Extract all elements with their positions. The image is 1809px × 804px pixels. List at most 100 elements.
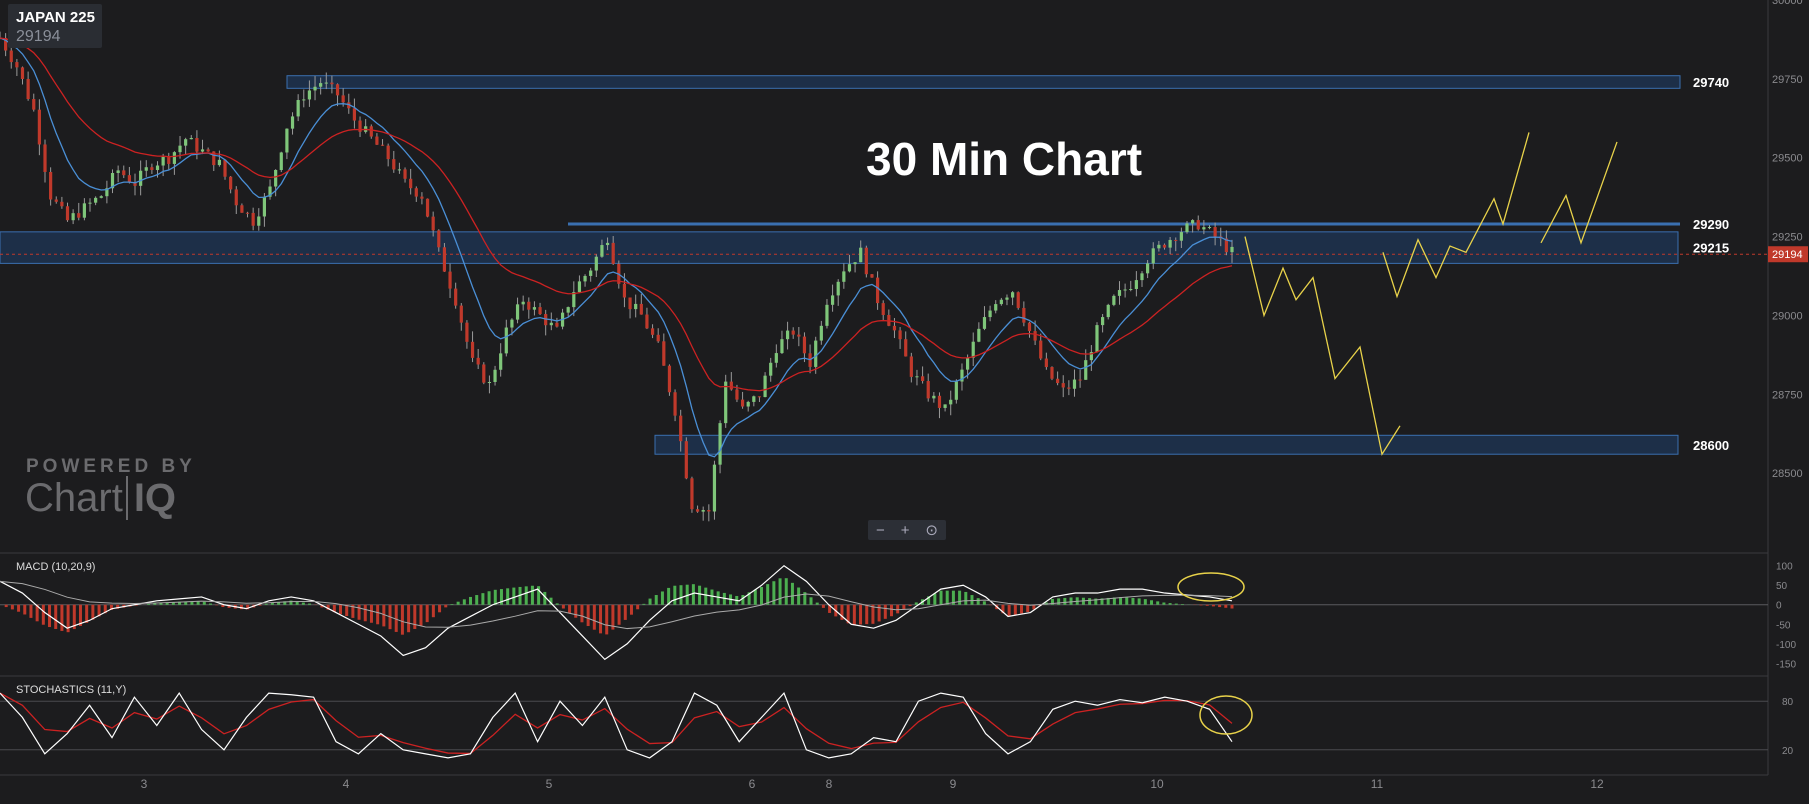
macd-histogram-bar <box>1138 598 1141 604</box>
candle-body <box>229 177 232 190</box>
candle-body <box>848 264 851 271</box>
macd-histogram-bar <box>909 605 912 606</box>
candle-body <box>668 366 671 393</box>
candle-body <box>1028 323 1031 331</box>
macd-histogram-bar <box>853 605 856 625</box>
support-resistance-zone <box>655 435 1678 454</box>
candle-body <box>702 510 705 512</box>
macd-histogram-bar <box>432 605 435 617</box>
candle-body <box>1045 359 1048 368</box>
macd-histogram-bar <box>382 605 385 627</box>
macd-histogram-bar <box>698 586 701 605</box>
macd-histogram-bar <box>525 586 528 604</box>
candle-body <box>353 108 356 120</box>
candle-body <box>837 282 840 296</box>
macd-histogram-bar <box>884 605 887 619</box>
candle-body <box>522 302 525 305</box>
candle-body <box>1073 380 1076 389</box>
macd-histogram-bar <box>717 591 720 604</box>
macd-histogram-bar <box>890 605 893 616</box>
candle-body <box>972 342 975 358</box>
candle-body <box>533 307 536 310</box>
bearish-projection-line <box>1245 237 1400 455</box>
macd-histogram-bar <box>494 590 497 605</box>
zoom-reset-icon[interactable]: ⊙ <box>925 521 938 539</box>
macd-histogram-bar <box>859 605 862 625</box>
macd-histogram-bar <box>531 586 534 605</box>
candle-body <box>1208 227 1211 228</box>
macd-histogram-bar <box>54 605 57 629</box>
candle-body <box>1157 245 1160 249</box>
stoch-k-line <box>0 693 1232 758</box>
candle-body <box>583 276 586 281</box>
y-tick-label: 28750 <box>1772 389 1803 401</box>
candle-body <box>505 328 508 354</box>
x-tick-label: 8 <box>826 777 833 791</box>
candle-body <box>240 205 243 212</box>
macd-histogram-bar <box>599 605 602 634</box>
candle-body <box>510 320 513 328</box>
candle-body <box>173 152 176 164</box>
candle-body <box>167 157 170 164</box>
candle-body <box>21 67 24 79</box>
macd-histogram-bar <box>1156 601 1159 604</box>
macd-histogram-bar <box>413 605 416 629</box>
macd-histogram-bar <box>816 603 819 605</box>
macd-histogram-bar <box>618 605 621 625</box>
candle-body <box>465 323 468 342</box>
candle-body <box>325 83 328 84</box>
candle-body <box>280 152 283 170</box>
candle-body <box>263 197 266 217</box>
candle-body <box>578 281 581 292</box>
candle-body <box>100 196 103 198</box>
candle-body <box>994 304 997 310</box>
macd-histogram-bar <box>463 599 466 604</box>
candle-body <box>679 416 682 442</box>
macd-histogram-bar <box>1162 602 1165 604</box>
macd-histogram-bar <box>958 591 961 605</box>
macd-histogram-bar <box>450 604 453 605</box>
candle-body <box>640 304 643 315</box>
macd-histogram-bar <box>680 585 683 605</box>
macd-histogram-bar <box>587 605 590 626</box>
candle-body <box>831 295 834 304</box>
macd-histogram-bar <box>655 595 658 605</box>
x-tick-label: 5 <box>546 777 553 791</box>
zoom-in-button[interactable]: + <box>901 522 910 539</box>
candle-body <box>499 353 502 369</box>
macd-histogram-bar <box>1063 598 1066 605</box>
macd-histogram-bar <box>11 605 14 610</box>
macd-histogram-bar <box>605 605 608 635</box>
ticker-price: 29194 <box>16 28 61 46</box>
candle-body <box>1146 263 1149 273</box>
price-chart[interactable]: 2850028750290002925029500297503000034568… <box>0 0 1809 799</box>
candle-body <box>927 381 930 398</box>
macd-histogram-bar <box>865 605 868 624</box>
macd-histogram-bar <box>1181 604 1184 605</box>
chart-stage[interactable]: 2850028750290002925029500297503000034568… <box>0 0 1809 799</box>
candle-body <box>803 337 806 354</box>
macd-histogram-bar <box>568 605 571 613</box>
macd-histogram-bar <box>42 605 45 625</box>
candle-body <box>977 329 980 342</box>
macd-histogram-bar <box>60 605 63 631</box>
candle-body <box>1039 341 1042 359</box>
y-tick-label: 30000 <box>1772 0 1803 7</box>
candle-body <box>1214 227 1217 236</box>
powered-by-label: POWERED BY <box>26 456 196 478</box>
candle-body <box>685 441 688 478</box>
candle-body <box>336 84 339 95</box>
candle-body <box>178 146 181 152</box>
candle-body <box>223 160 226 177</box>
candle-body <box>55 199 58 201</box>
candle-body <box>859 248 862 263</box>
macd-histogram-bar <box>203 602 206 605</box>
candle-body <box>66 206 69 220</box>
zoom-out-button[interactable]: − <box>876 522 885 539</box>
macd-histogram-bar <box>940 591 943 605</box>
macd-histogram-bar <box>754 590 757 605</box>
candle-body <box>145 167 148 171</box>
macd-histogram-bar <box>376 605 379 625</box>
macd-histogram-bar <box>469 597 472 605</box>
support-resistance-zone <box>287 76 1680 89</box>
